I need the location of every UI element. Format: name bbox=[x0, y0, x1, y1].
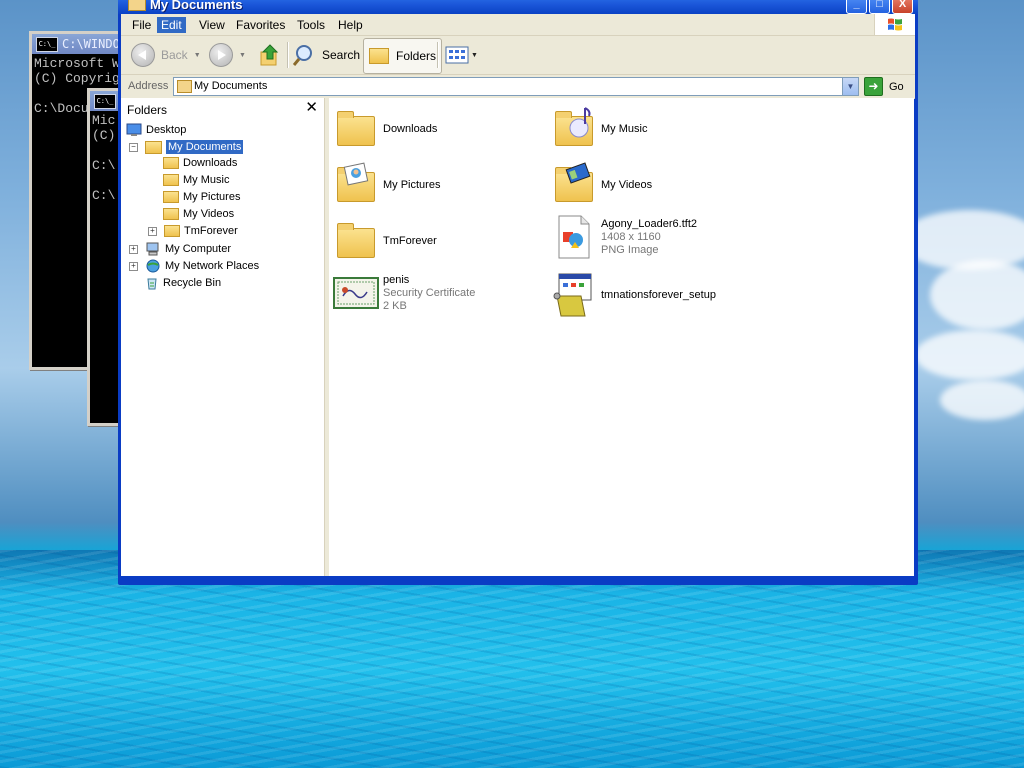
file-list: Downloads My Music My Pictures My Videos bbox=[329, 98, 914, 576]
expand-icon[interactable]: + bbox=[129, 261, 138, 271]
my-documents-icon bbox=[145, 140, 162, 154]
toolbar-separator bbox=[287, 42, 289, 68]
collapse-icon[interactable]: − bbox=[129, 142, 138, 152]
menu-tools[interactable]: Tools bbox=[293, 17, 329, 33]
tree-item-my-documents[interactable]: − My Documents bbox=[129, 140, 244, 154]
windows-logo bbox=[874, 14, 915, 35]
png-image-icon bbox=[551, 214, 597, 260]
folders-pane-header: Folders ✕ bbox=[121, 98, 324, 118]
file-item-security-certificate[interactable]: penis Security Certificate 2 KB bbox=[333, 270, 475, 316]
certificate-icon bbox=[333, 270, 379, 316]
menu-help[interactable]: Help bbox=[334, 17, 367, 33]
videos-folder-icon bbox=[163, 208, 179, 220]
videos-folder-icon bbox=[551, 162, 597, 208]
console-title-bar[interactable]: C:\_ C:\WINDOWS bbox=[32, 34, 132, 54]
tree-item-my-videos[interactable]: My Videos bbox=[163, 208, 234, 220]
go-arrow-icon: ➜ bbox=[864, 77, 883, 96]
address-dropdown-button[interactable]: ▼ bbox=[842, 78, 858, 95]
address-bar: Address My Documents ▼ ➜ Go bbox=[121, 75, 915, 99]
folder-icon bbox=[163, 157, 179, 169]
console-icon-2: C:\_ bbox=[94, 94, 116, 109]
console-icon: C:\_ bbox=[36, 37, 58, 52]
chevron-down-icon: ▼ bbox=[193, 51, 201, 59]
window-title: My Documents bbox=[150, 0, 243, 12]
address-field[interactable]: My Documents ▼ bbox=[173, 77, 859, 96]
network-icon bbox=[146, 259, 160, 273]
chevron-down-icon: ▼ bbox=[239, 51, 246, 59]
pictures-folder-icon bbox=[333, 162, 379, 208]
tree-item-my-computer[interactable]: + My Computer bbox=[129, 242, 231, 256]
address-label: Address bbox=[128, 80, 169, 92]
folders-pane-close-button[interactable]: ✕ bbox=[305, 98, 318, 116]
folder-item-downloads[interactable]: Downloads bbox=[333, 106, 437, 152]
file-item-agony-loader[interactable]: Agony_Loader6.tft2 1408 x 1160 PNG Image bbox=[551, 214, 697, 260]
folder-icon bbox=[333, 218, 379, 264]
search-button[interactable]: Search bbox=[293, 40, 360, 70]
file-item-setup[interactable]: tmnationsforever_setup bbox=[551, 272, 716, 318]
forward-button[interactable]: ▼ bbox=[209, 40, 246, 70]
forward-arrow-icon bbox=[209, 43, 233, 67]
toolbar-separator bbox=[437, 42, 439, 68]
folder-icon bbox=[177, 80, 192, 93]
back-button[interactable]: Back ▼ bbox=[131, 40, 201, 70]
desktop-icon bbox=[126, 123, 142, 136]
my-computer-icon bbox=[146, 242, 159, 256]
menu-edit[interactable]: Edit bbox=[157, 17, 186, 33]
tree-item-my-music[interactable]: My Music bbox=[163, 174, 229, 186]
folder-icon bbox=[333, 106, 379, 152]
folders-pane-title: Folders bbox=[127, 103, 168, 117]
expand-icon[interactable]: + bbox=[129, 244, 138, 254]
explorer-window[interactable]: My Documents _ □ X File Edit View Favori… bbox=[118, 0, 918, 585]
tree-item-my-network-places[interactable]: + My Network Places bbox=[129, 259, 259, 273]
search-icon bbox=[293, 45, 312, 66]
menu-file[interactable]: File bbox=[128, 17, 155, 33]
up-folder-button[interactable] bbox=[259, 40, 281, 70]
music-folder-icon bbox=[551, 106, 597, 152]
folders-pane: Folders ✕ Desktop − My Documents Downloa… bbox=[121, 98, 325, 576]
menu-bar: File Edit View Favorites Tools Help bbox=[121, 14, 915, 36]
folders-icon bbox=[369, 48, 389, 64]
tree-item-desktop[interactable]: Desktop bbox=[126, 123, 186, 137]
menu-favorites[interactable]: Favorites bbox=[232, 17, 289, 33]
music-folder-icon bbox=[163, 174, 179, 186]
title-bar[interactable]: My Documents _ □ X bbox=[118, 0, 918, 14]
views-icon bbox=[445, 46, 469, 64]
menu-view[interactable]: View bbox=[195, 17, 229, 33]
up-folder-icon bbox=[260, 44, 279, 66]
folder-item-my-pictures[interactable]: My Pictures bbox=[333, 162, 440, 208]
folder-icon bbox=[164, 225, 180, 237]
windows-flag-icon bbox=[888, 18, 902, 31]
go-button[interactable]: ➜ Go bbox=[864, 77, 904, 96]
expand-icon[interactable]: + bbox=[148, 226, 157, 236]
address-value: My Documents bbox=[194, 80, 268, 92]
minimize-button[interactable]: _ bbox=[846, 0, 867, 14]
tree-item-recycle-bin[interactable]: Recycle Bin bbox=[145, 276, 221, 290]
folder-item-my-videos[interactable]: My Videos bbox=[551, 162, 652, 208]
folder-item-my-music[interactable]: My Music bbox=[551, 106, 647, 152]
chevron-down-icon: ▼ bbox=[471, 51, 478, 59]
recycle-bin-icon bbox=[147, 278, 157, 290]
close-button[interactable]: X bbox=[892, 0, 913, 14]
folders-button[interactable]: Folders bbox=[363, 38, 443, 74]
installer-icon bbox=[551, 272, 597, 318]
maximize-button[interactable]: □ bbox=[869, 0, 890, 14]
toolbar: Back ▼ ▼ Search Folders ▼ bbox=[121, 36, 915, 75]
pictures-folder-icon bbox=[163, 191, 179, 203]
back-arrow-icon bbox=[131, 43, 155, 67]
folder-icon bbox=[128, 0, 146, 11]
tree-item-my-pictures[interactable]: My Pictures bbox=[163, 191, 240, 203]
views-button[interactable]: ▼ bbox=[445, 40, 478, 70]
tree-item-tmforever[interactable]: + TmForever bbox=[148, 225, 238, 237]
folder-item-tmforever[interactable]: TmForever bbox=[333, 218, 437, 264]
tree-item-downloads[interactable]: Downloads bbox=[163, 157, 237, 169]
